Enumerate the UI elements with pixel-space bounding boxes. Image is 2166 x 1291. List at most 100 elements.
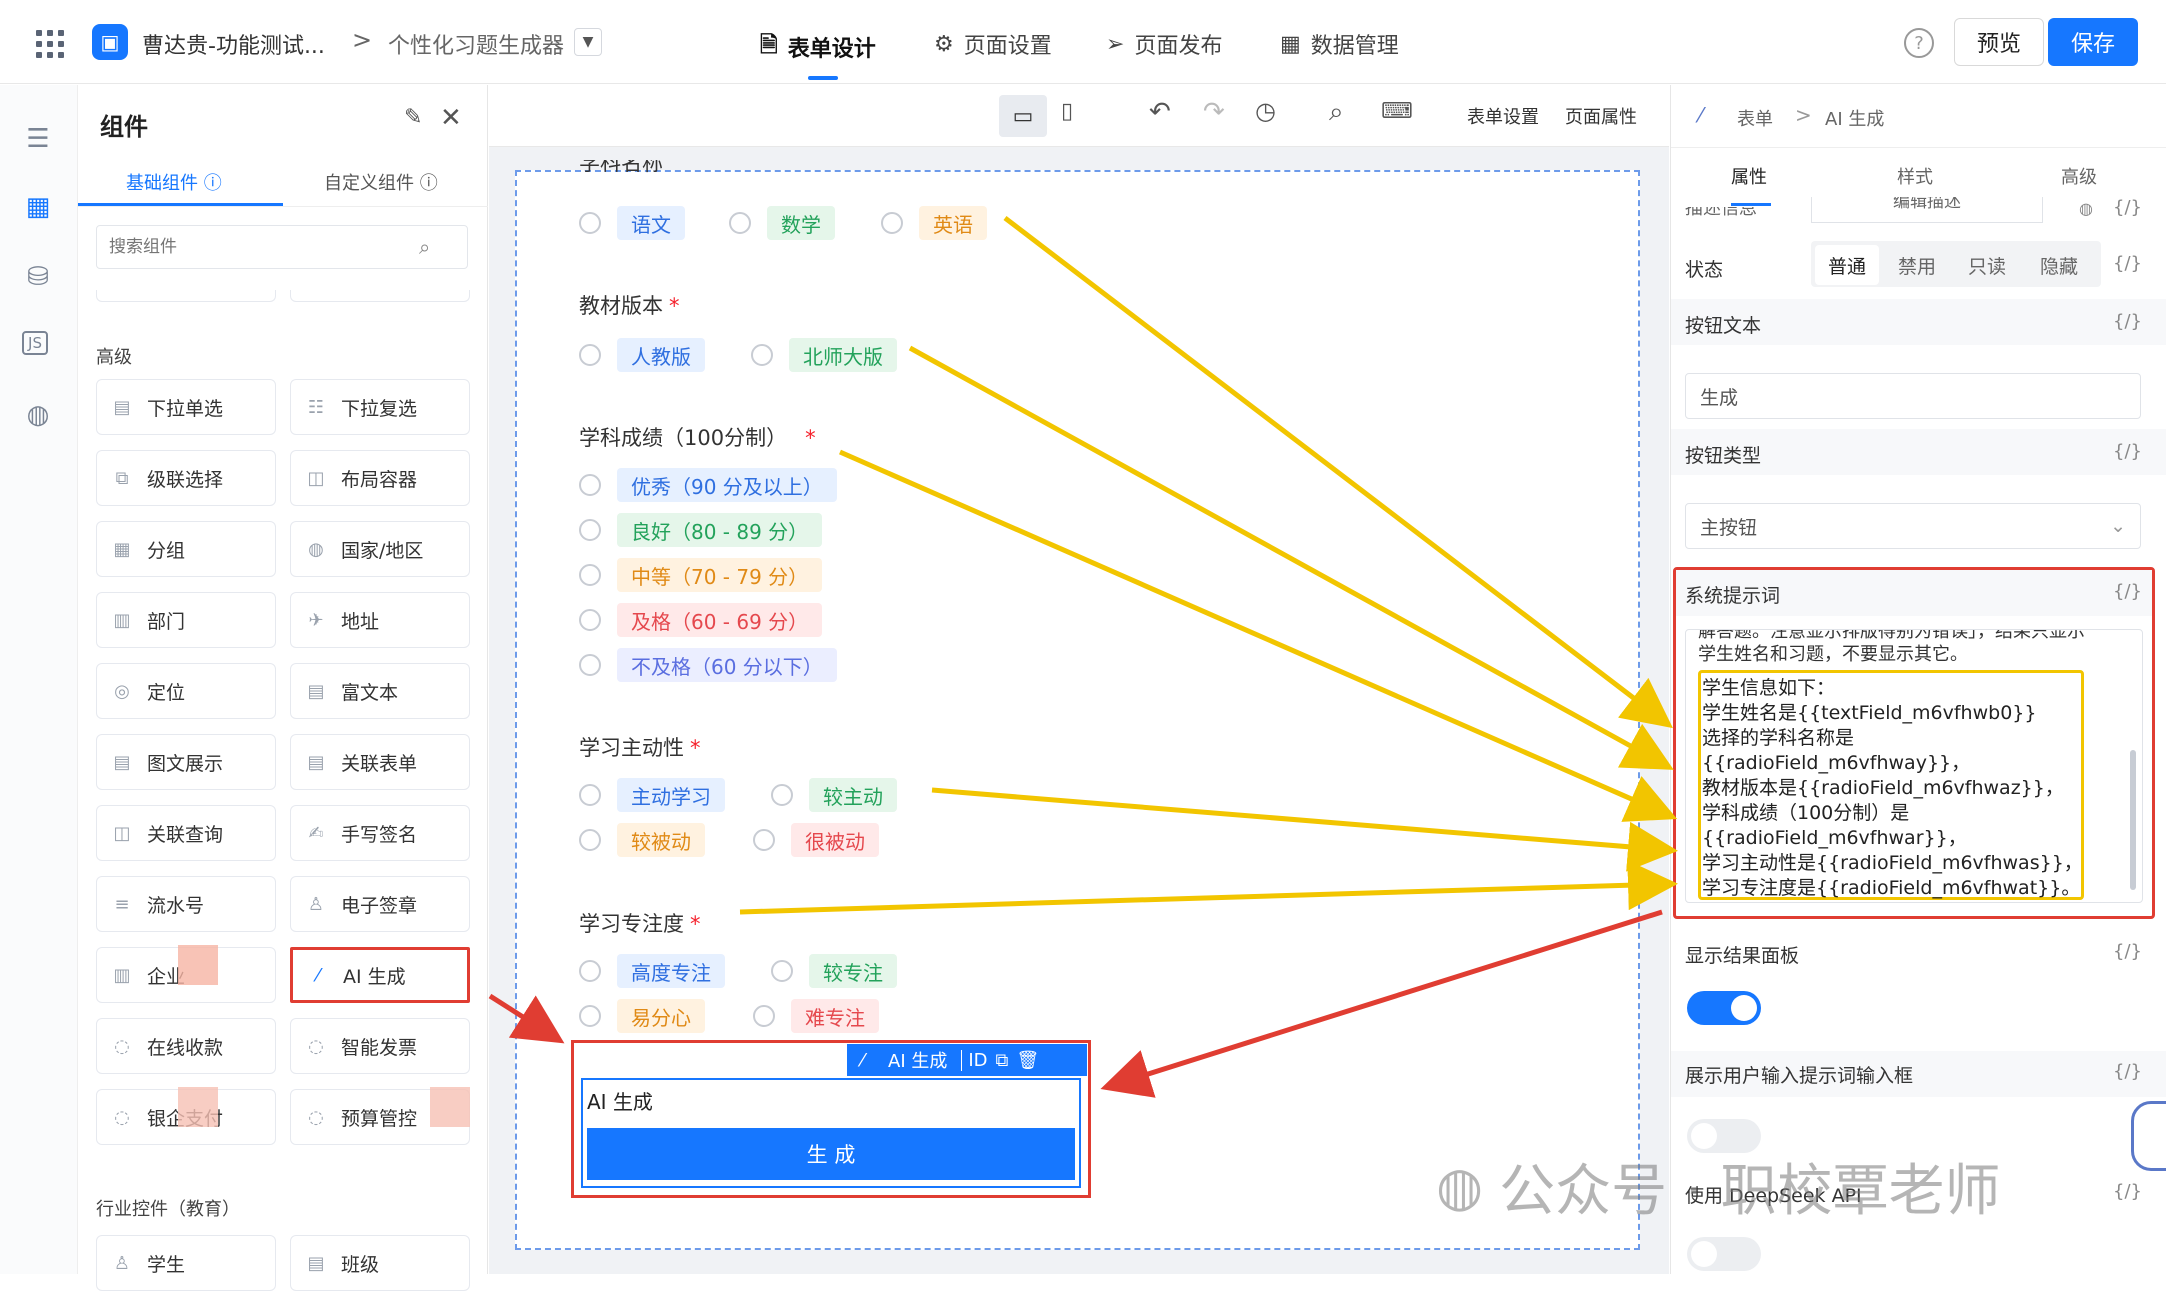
radio-score-5[interactable] bbox=[579, 654, 601, 676]
fx-icon[interactable]: {/} bbox=[2113, 1061, 2142, 1082]
component-group[interactable]: ▦ 分组 bbox=[96, 521, 276, 577]
component-location[interactable]: ◎ 定位 bbox=[96, 663, 276, 719]
radio-subject-2[interactable] bbox=[729, 212, 751, 234]
save-button[interactable]: 保存 bbox=[2048, 18, 2138, 66]
component-search[interactable]: ⌕ bbox=[96, 225, 468, 269]
status-hidden[interactable]: 隐藏 bbox=[2027, 245, 2091, 285]
search-icon[interactable]: ⌕ bbox=[419, 235, 430, 259]
js-icon[interactable]: JS bbox=[22, 331, 48, 355]
tab-advanced[interactable]: 高级 bbox=[2061, 163, 2097, 189]
globe-icon[interactable]: ◍ bbox=[2079, 199, 2093, 218]
fx-icon[interactable]: {/} bbox=[2113, 441, 2142, 462]
preview-button[interactable]: 预览 bbox=[1954, 18, 2044, 66]
radio-initiative-1[interactable] bbox=[579, 784, 601, 806]
component-image-text[interactable]: ▤ 图文展示 bbox=[96, 734, 276, 790]
radio-initiative-4[interactable] bbox=[753, 829, 775, 851]
radio-edition-2[interactable] bbox=[751, 344, 773, 366]
radio-subject-3[interactable] bbox=[881, 212, 903, 234]
component-cascader[interactable]: ⧉ 级联选择 bbox=[96, 450, 276, 506]
component-related-query[interactable]: ◫ 关联查询 bbox=[96, 805, 276, 861]
status-readonly[interactable]: 只读 bbox=[1955, 245, 2019, 285]
component-department[interactable]: ▥ 部门 bbox=[96, 592, 276, 648]
database-icon[interactable]: ⛁ bbox=[22, 261, 54, 293]
radio-initiative-2[interactable] bbox=[771, 784, 793, 806]
component-rich-text[interactable]: ▤ 富文本 bbox=[290, 663, 470, 719]
component-dropdown-single[interactable]: ▤ 下拉单选 bbox=[96, 379, 276, 435]
mobile-icon[interactable]: ▯ bbox=[1061, 99, 1073, 124]
form-settings-link[interactable]: 表单设置 bbox=[1467, 103, 1539, 129]
textarea-scrollbar[interactable] bbox=[2130, 750, 2136, 890]
system-prompt-textarea[interactable]: 解答题。注意显示排版得别为错误」，结果只显示学生姓名和习题，不要显示其它。 学生… bbox=[1685, 629, 2143, 903]
button-type-select[interactable]: 主按钮 ⌄ bbox=[1685, 503, 2141, 549]
component-student[interactable]: ♙ 学生 bbox=[96, 1235, 276, 1291]
help-icon[interactable]: ? bbox=[1904, 28, 1934, 58]
radio-focus-1[interactable] bbox=[579, 960, 601, 982]
component-dropdown-multi[interactable]: ☷ 下拉复选 bbox=[290, 379, 470, 435]
close-icon[interactable]: ✕ bbox=[440, 103, 462, 133]
page-name[interactable]: 个性化习题生成器 bbox=[388, 28, 564, 60]
components-icon[interactable]: ▦ bbox=[22, 191, 54, 223]
component-signature[interactable]: ✍ 手写签名 bbox=[290, 805, 470, 861]
result-panel-toggle[interactable] bbox=[1687, 991, 1761, 1025]
radio-initiative-3[interactable] bbox=[579, 829, 601, 851]
component-smart-invoice[interactable]: ◌ 智能发票 bbox=[290, 1018, 470, 1074]
radio-score-2[interactable] bbox=[579, 519, 601, 541]
tab-style[interactable]: 样式 bbox=[1897, 163, 1933, 189]
pin-icon[interactable]: ✎ bbox=[404, 105, 422, 130]
component-layout-container[interactable]: ◫ 布局容器 bbox=[290, 450, 470, 506]
button-text-input[interactable]: 生成 bbox=[1685, 373, 2141, 419]
fx-icon[interactable]: {/} bbox=[2113, 941, 2142, 962]
search-input[interactable] bbox=[109, 237, 419, 257]
fx-icon[interactable]: {/} bbox=[2113, 253, 2142, 274]
tab-properties[interactable]: 属性 bbox=[1731, 163, 1767, 189]
radio-focus-2[interactable] bbox=[771, 960, 793, 982]
deepseek-toggle[interactable] bbox=[1687, 1237, 1761, 1271]
component-address[interactable]: ✈ 地址 bbox=[290, 592, 470, 648]
radio-score-1[interactable] bbox=[579, 474, 601, 496]
radio-score-4[interactable] bbox=[579, 609, 601, 631]
id-button[interactable]: ID bbox=[961, 1049, 988, 1071]
fx-icon[interactable]: {/} bbox=[2113, 1181, 2142, 1202]
tab-page-publish[interactable]: ➢ 页面发布 bbox=[1106, 28, 1222, 60]
radio-score-3[interactable] bbox=[579, 564, 601, 586]
component-e-seal[interactable]: ♙ 电子签章 bbox=[290, 876, 470, 932]
status-disabled[interactable]: 禁用 bbox=[1885, 245, 1949, 285]
undo-icon[interactable]: ↶ bbox=[1149, 97, 1171, 127]
fx-icon[interactable]: {/} bbox=[2113, 311, 2142, 332]
component-class[interactable]: ▤ 班级 bbox=[290, 1235, 470, 1291]
outline-icon[interactable]: ☰ bbox=[22, 123, 54, 155]
fx-icon[interactable]: {/} bbox=[2113, 197, 2142, 218]
component-country-region[interactable]: ◍ 国家/地区 bbox=[290, 521, 470, 577]
tab-basic-components[interactable]: 基础组件 ⓘ bbox=[126, 169, 222, 195]
app-name[interactable]: 曹达贵-功能测试... bbox=[142, 28, 325, 60]
tab-custom-components[interactable]: 自定义组件 ⓘ bbox=[324, 169, 438, 195]
clipped-description-input[interactable]: 编辑描述 bbox=[1811, 197, 2043, 223]
component-online-payment[interactable]: ◌ 在线收款 bbox=[96, 1018, 276, 1074]
radio-edition-1[interactable] bbox=[579, 344, 601, 366]
history-icon[interactable]: ◷ bbox=[1255, 97, 1276, 125]
search-icon[interactable]: ⌕ bbox=[1329, 97, 1344, 128]
floating-assistant-icon[interactable] bbox=[2131, 1101, 2166, 1171]
component-serial-number[interactable]: ≡ 流水号 bbox=[96, 876, 276, 932]
page-properties-link[interactable]: 页面属性 bbox=[1565, 103, 1637, 129]
tab-form-design[interactable]: 🗎 表单设计 bbox=[760, 28, 876, 66]
component-ai-generate[interactable]: ⁄ AI 生成 bbox=[290, 947, 470, 1003]
radio-focus-4[interactable] bbox=[753, 1005, 775, 1027]
app-grid-icon[interactable] bbox=[36, 30, 64, 58]
breadcrumb-root[interactable]: 表单 bbox=[1737, 105, 1773, 131]
tab-data-management[interactable]: ▦ 数据管理 bbox=[1280, 28, 1399, 60]
copy-icon[interactable]: ⧉ bbox=[996, 1050, 1009, 1071]
trash-icon[interactable]: 🗑 bbox=[1016, 1050, 1039, 1071]
generate-button[interactable]: 生 成 bbox=[587, 1128, 1075, 1180]
tab-page-settings[interactable]: ⚙ 页面设置 bbox=[934, 28, 1052, 60]
globe-icon[interactable]: ◍ bbox=[22, 399, 54, 431]
redo-icon[interactable]: ↷ bbox=[1203, 97, 1225, 127]
keyboard-icon[interactable]: ⌨ bbox=[1381, 99, 1413, 124]
status-normal[interactable]: 普通 bbox=[1815, 245, 1879, 285]
desktop-icon[interactable]: ▭ bbox=[999, 95, 1047, 137]
fx-icon[interactable]: {/} bbox=[2113, 581, 2142, 602]
caret-down-icon[interactable]: ▼ bbox=[574, 28, 602, 56]
radio-focus-3[interactable] bbox=[579, 1005, 601, 1027]
ai-generate-component[interactable]: AI 生成 生 成 bbox=[581, 1078, 1081, 1188]
ai-input-value[interactable]: AI 生成 bbox=[587, 1086, 653, 1115]
